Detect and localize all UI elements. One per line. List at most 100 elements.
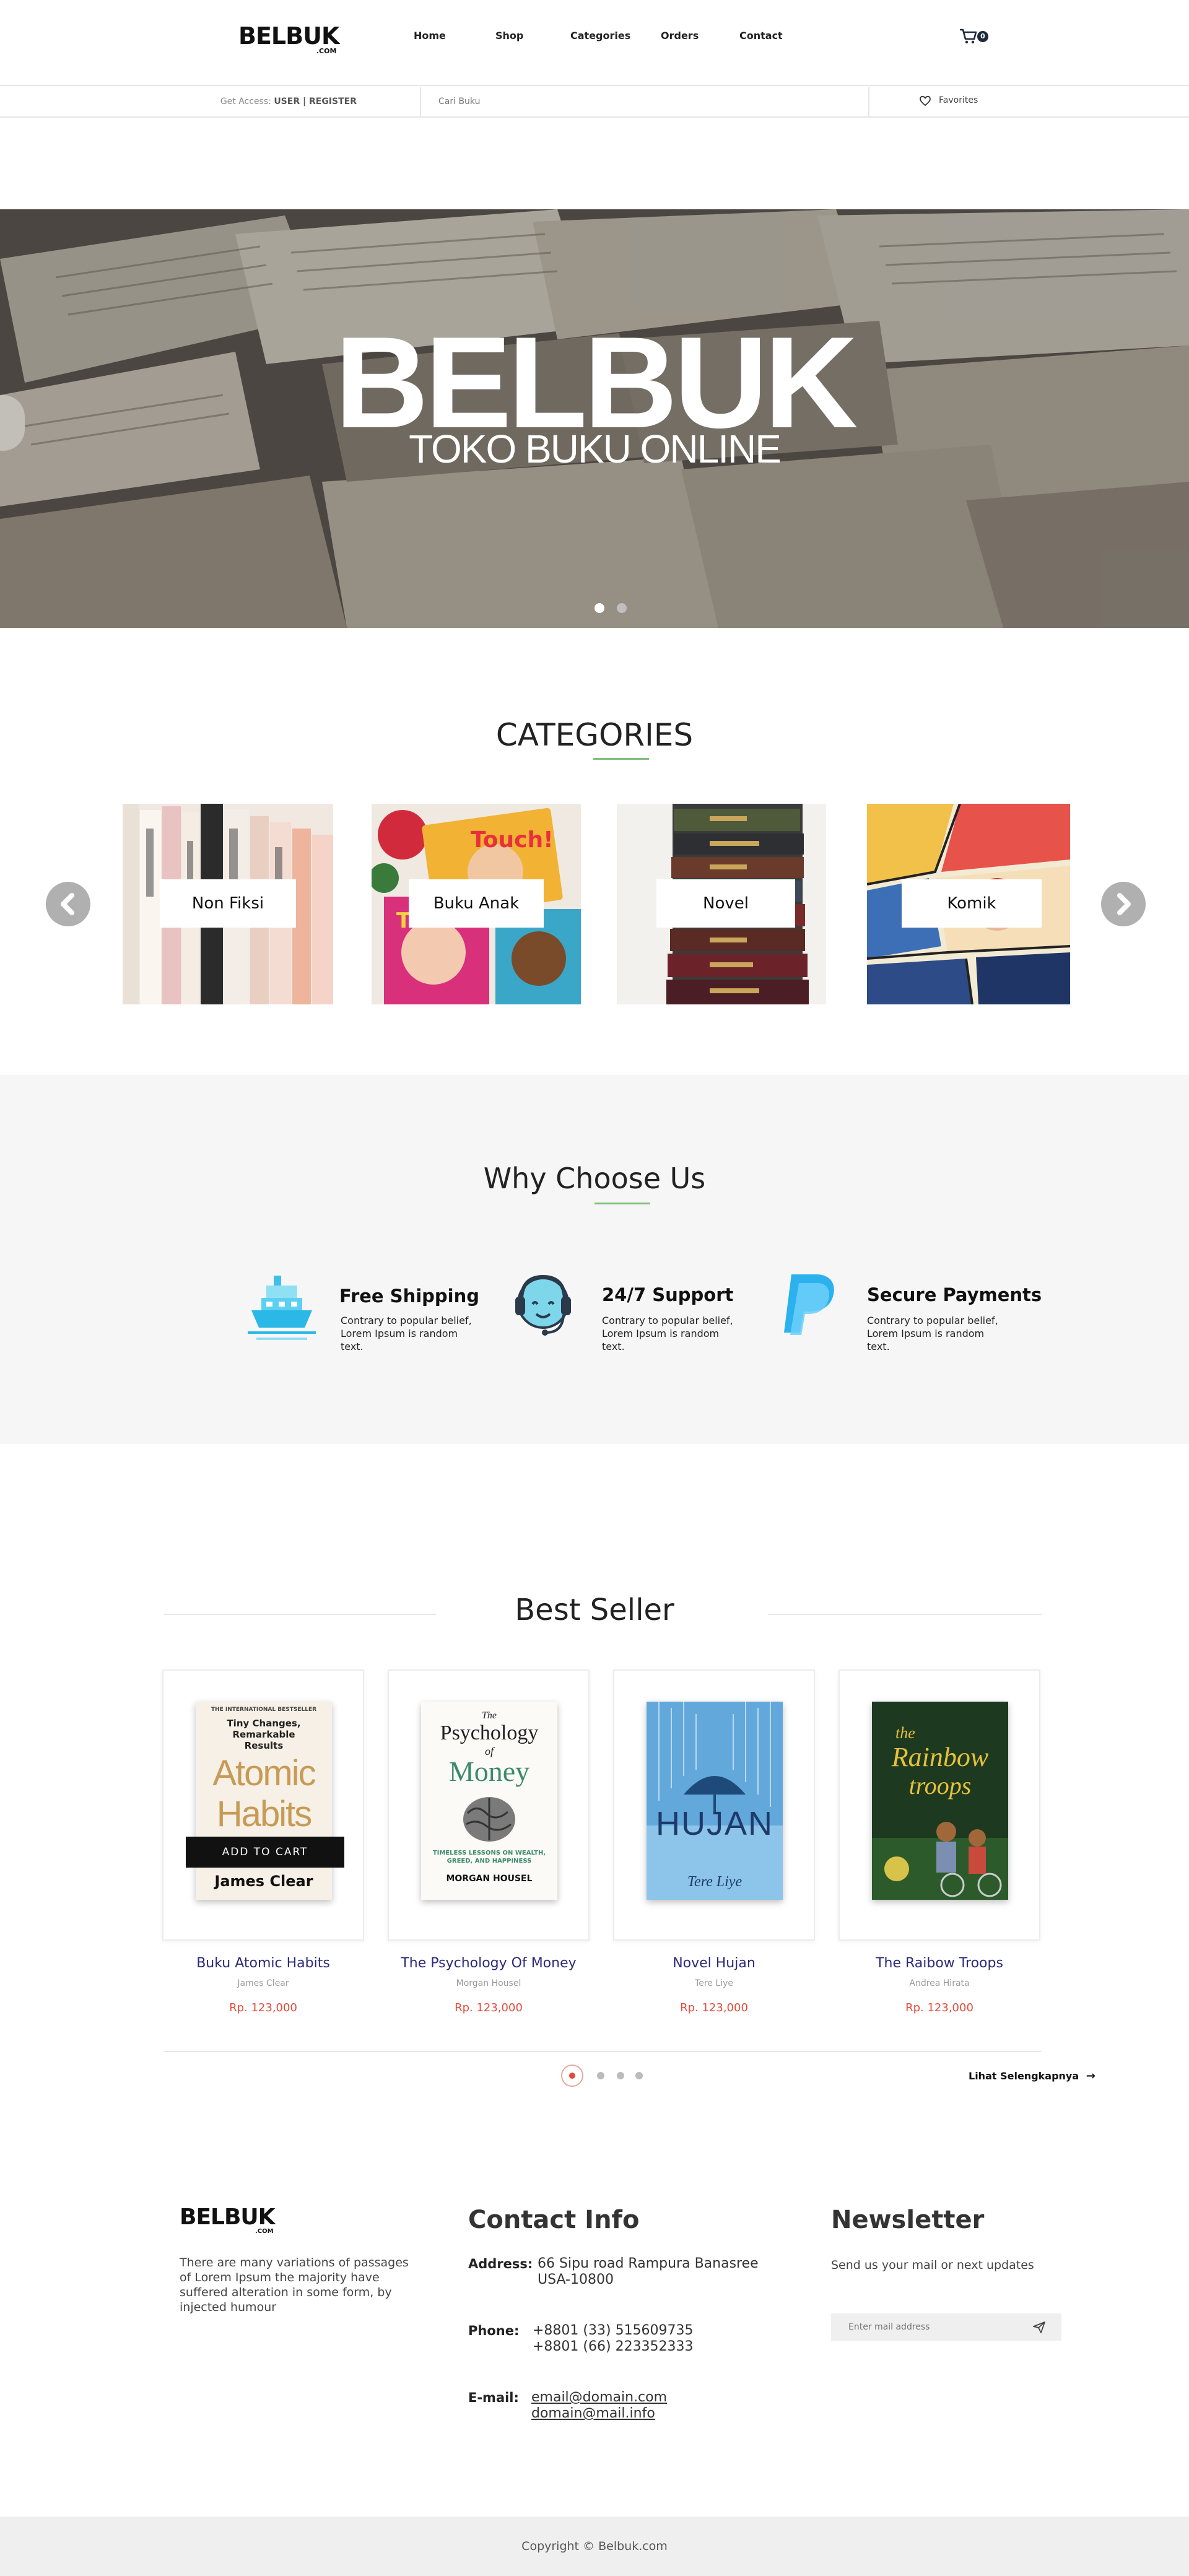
cart-button[interactable]: 0 [959, 27, 991, 46]
send-icon [1033, 2321, 1045, 2333]
book-price: Rp. 123,000 [680, 2001, 748, 2014]
hero-dot-1[interactable] [594, 603, 604, 613]
hero-dot-2[interactable] [617, 603, 627, 613]
favorites-button[interactable]: Favorites [868, 87, 1189, 116]
paypal-icon [784, 1274, 834, 1335]
cart-icon [960, 28, 977, 44]
ship-icon [248, 1276, 316, 1340]
bestseller-title: Best Seller [515, 1593, 674, 1627]
phone-label: Phone: [468, 2323, 520, 2338]
feature-title: 24/7 Support [602, 1284, 734, 1305]
cover-top-text: The [482, 1710, 497, 1721]
feature-desc: Contrary to popular belief, Lorem Ipsum … [867, 1315, 998, 1352]
cover-top-text: THE INTERNATIONAL BESTSELLER [211, 1707, 317, 1713]
sub-bar: Get Access: USER | REGISTER Favorites [0, 87, 1189, 118]
category-card-novel[interactable]: Novel [617, 804, 826, 1004]
book-title[interactable]: The Psychology Of Money [388, 1956, 590, 1971]
categories-prev-button[interactable] [46, 882, 90, 926]
nav-orders[interactable]: Orders [661, 30, 699, 41]
see-more-label: Lihat Selengkapnya [969, 2070, 1079, 2082]
book-card-rainbow-troops[interactable]: the Rainbow troops [838, 1669, 1040, 1941]
cover-tagline: Tiny Changes, Remarkable Results [227, 1718, 301, 1751]
favorites-label: Favorites [939, 95, 978, 105]
email-link-1[interactable]: email@domain.com [531, 2389, 667, 2406]
book-price: Rp. 123,000 [455, 2001, 523, 2014]
nav-shop[interactable]: Shop [495, 30, 523, 41]
why-choose-section [0, 1075, 1189, 1444]
book-author: Andrea Hirata [909, 1978, 970, 1988]
cover-tagline: TIMELESS LESSONS ON WEALTH, GREED, AND H… [432, 1850, 546, 1865]
cover-kids-image [872, 1702, 1008, 1900]
book-card-psychology-of-money[interactable]: The Psychology of Money TIMELESS LESSONS… [388, 1669, 590, 1941]
bestseller-page-3[interactable] [617, 2072, 624, 2079]
book-title[interactable]: Novel Hujan [613, 1956, 815, 1971]
phone-line-1: +8801 (33) 515609735 [533, 2323, 694, 2338]
book-card-novel-hujan[interactable]: HUJAN Tere Liye [613, 1669, 815, 1941]
cover-title-1: Psychology [440, 1721, 539, 1744]
categories-title: CATEGORIES [495, 717, 694, 753]
newsletter-send-button[interactable] [1032, 2320, 1047, 2334]
category-card-buku-anak[interactable]: Touch! Taste Buku Anak [372, 804, 581, 1004]
book-cover: HUJAN Tere Liye [647, 1702, 783, 1900]
chevron-right-icon [1117, 893, 1131, 915]
bestseller-bottom-rule [163, 2051, 1042, 2052]
site-logo[interactable]: BELBUK .COM [238, 22, 339, 55]
cover-brain-image [463, 1797, 515, 1842]
search-input[interactable] [422, 87, 868, 116]
add-to-cart-button[interactable]: ADD TO CART [186, 1837, 344, 1868]
copyright-text: Copyright © Belbuk.com [521, 2539, 668, 2553]
logo-subtext: .COM [316, 47, 337, 55]
user-register-link[interactable]: USER | REGISTER [274, 97, 357, 107]
cover-author: MORGAN HOUSEL [446, 1874, 533, 1884]
category-label: Novel [656, 879, 795, 928]
cover-title-1: the [895, 1724, 915, 1742]
newsletter-email-input[interactable] [831, 2313, 1061, 2341]
book-title[interactable]: Buku Atomic Habits [162, 1956, 364, 1971]
nav-categories[interactable]: Categories [570, 30, 630, 41]
address-label: Address: [468, 2256, 533, 2271]
email-link-2[interactable]: domain@mail.info [531, 2405, 655, 2422]
book-cover: The Psychology of Money TIMELESS LESSONS… [421, 1702, 557, 1900]
logo-text: BELBUK [238, 22, 339, 50]
svg-text:Touch!: Touch! [471, 827, 554, 853]
cover-title-3: Money [448, 1756, 530, 1787]
categories-next-button[interactable] [1101, 882, 1146, 926]
category-card-komik[interactable]: Komik [867, 804, 1070, 1004]
category-label: Non Fiksi [160, 879, 296, 928]
book-price: Rp. 123,000 [229, 2001, 297, 2014]
cover-title-1: HUJAN [655, 1805, 773, 1842]
newsletter-text: Send us your mail or next updates [831, 2258, 1034, 2272]
nav-home[interactable]: Home [414, 30, 446, 41]
phone-line-2: +8801 (66) 223352333 [533, 2339, 694, 2354]
categories-underline [593, 758, 649, 760]
cover-author: Tere Liye [687, 1874, 743, 1890]
see-more-link[interactable]: Lihat Selengkapnya → [969, 2069, 1095, 2082]
arrow-right-icon: → [1086, 2069, 1095, 2082]
feature-desc: Contrary to popular belief, Lorem Ipsum … [341, 1315, 472, 1352]
access-links: Get Access: USER | REGISTER [0, 87, 421, 116]
hero-slider: BELBUK TOKO BUKU ONLINE [0, 209, 1189, 628]
feature-desc: Contrary to popular belief, Lorem Ipsum … [602, 1315, 733, 1352]
feature-title: Free Shipping [339, 1286, 480, 1307]
site-header: BELBUK .COM Home Shop Categories Orders … [0, 0, 1189, 86]
footer-logo-text: BELBUK [180, 2204, 276, 2230]
cover-title-1: Atomic [212, 1753, 316, 1793]
hero-subtitle: TOKO BUKU ONLINE [409, 427, 782, 471]
access-prefix: Get Access: [220, 97, 271, 107]
book-author: James Clear [237, 1978, 289, 1988]
footer-logo-subtext: .COM [255, 2228, 274, 2235]
heart-icon [920, 95, 931, 107]
bestseller-page-2[interactable] [597, 2072, 604, 2079]
cover-title-3: troops [908, 1772, 972, 1799]
footer-logo[interactable]: BELBUK .COM [180, 2204, 276, 2235]
bestseller-page-4[interactable] [635, 2072, 643, 2079]
address-line-2: USA-10800 [538, 2272, 614, 2287]
category-card-non-fiksi[interactable]: Non Fiksi [123, 804, 333, 1004]
cart-count-badge: 0 [977, 31, 988, 42]
book-title[interactable]: The Raibow Troops [838, 1956, 1040, 1971]
book-card-atomic-habits[interactable]: THE INTERNATIONAL BESTSELLER Tiny Change… [162, 1669, 364, 1941]
bestseller-page-1[interactable] [561, 2065, 583, 2087]
nav-contact[interactable]: Contact [739, 30, 783, 41]
contact-title: Contact Info [468, 2206, 640, 2234]
book-author: Morgan Housel [456, 1978, 521, 1988]
